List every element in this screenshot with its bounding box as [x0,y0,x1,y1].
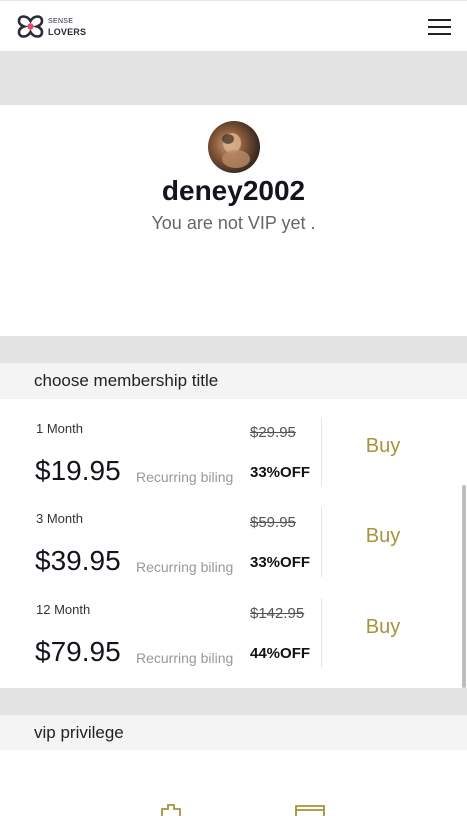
plan-billing-note: Recurring biling [136,650,234,666]
plan-1-month: 1 Month $19.95 Recurring biling $29.95 3… [0,399,467,489]
plan-discount: 33%OFF [250,464,311,481]
buy-button[interactable]: Buy [322,525,444,548]
username: deney2002 [161,175,306,206]
plan-billing-note: Recurring biling [136,559,234,575]
section-spacer [0,336,467,363]
app-header: SENSE LOVERS [0,0,467,51]
logo-line-2: LOVERS [48,27,87,37]
logo-mark-icon [17,15,44,38]
plan-billing-note: Recurring biling [136,469,234,485]
logo-line-1: SENSE [48,18,74,25]
top-spacer [0,51,467,105]
plan-price: $19.95 [35,455,121,486]
plan-12-month: 12 Month $79.95 Recurring biling $142.95… [0,580,467,670]
plan-term: 12 Month [36,602,91,617]
privilege-icon [161,804,181,816]
plan-price: $79.95 [35,636,121,667]
plan-term: 1 Month [36,421,83,436]
plan-discount: 44%OFF [250,645,311,662]
plan-original-price: $59.95 [250,514,296,531]
plan-term: 3 Month [36,511,83,526]
hamburger-menu-icon[interactable] [428,17,451,37]
logo-wordmark: SENSE LOVERS [48,17,86,37]
plan-price: $39.95 [35,545,121,576]
membership-section-title: choose membership title [0,363,467,399]
sense-lovers-logo[interactable]: SENSE LOVERS [16,12,106,42]
buy-button[interactable]: Buy [322,616,444,639]
plan-original-price: $142.95 [250,605,305,622]
scrollbar-thumb[interactable] [462,485,466,688]
vip-privilege-title: vip privilege [0,715,467,750]
plan-discount: 33%OFF [250,554,311,571]
section-spacer [0,688,467,715]
avatar[interactable] [208,121,260,173]
buy-button[interactable]: Buy [322,435,444,458]
plan-3-month: 3 Month $39.95 Recurring biling $59.95 3… [0,489,467,579]
membership-plan-list: 1 Month $19.95 Recurring biling $29.95 3… [0,399,467,688]
avatar-photo [222,133,250,168]
profile-card: deney2002 You are not VIP yet . [0,105,467,336]
vip-privilege-list [0,750,467,816]
privilege-icon [295,805,325,816]
plan-original-price: $29.95 [250,424,296,441]
vip-status-text: You are not VIP yet . [151,213,316,233]
